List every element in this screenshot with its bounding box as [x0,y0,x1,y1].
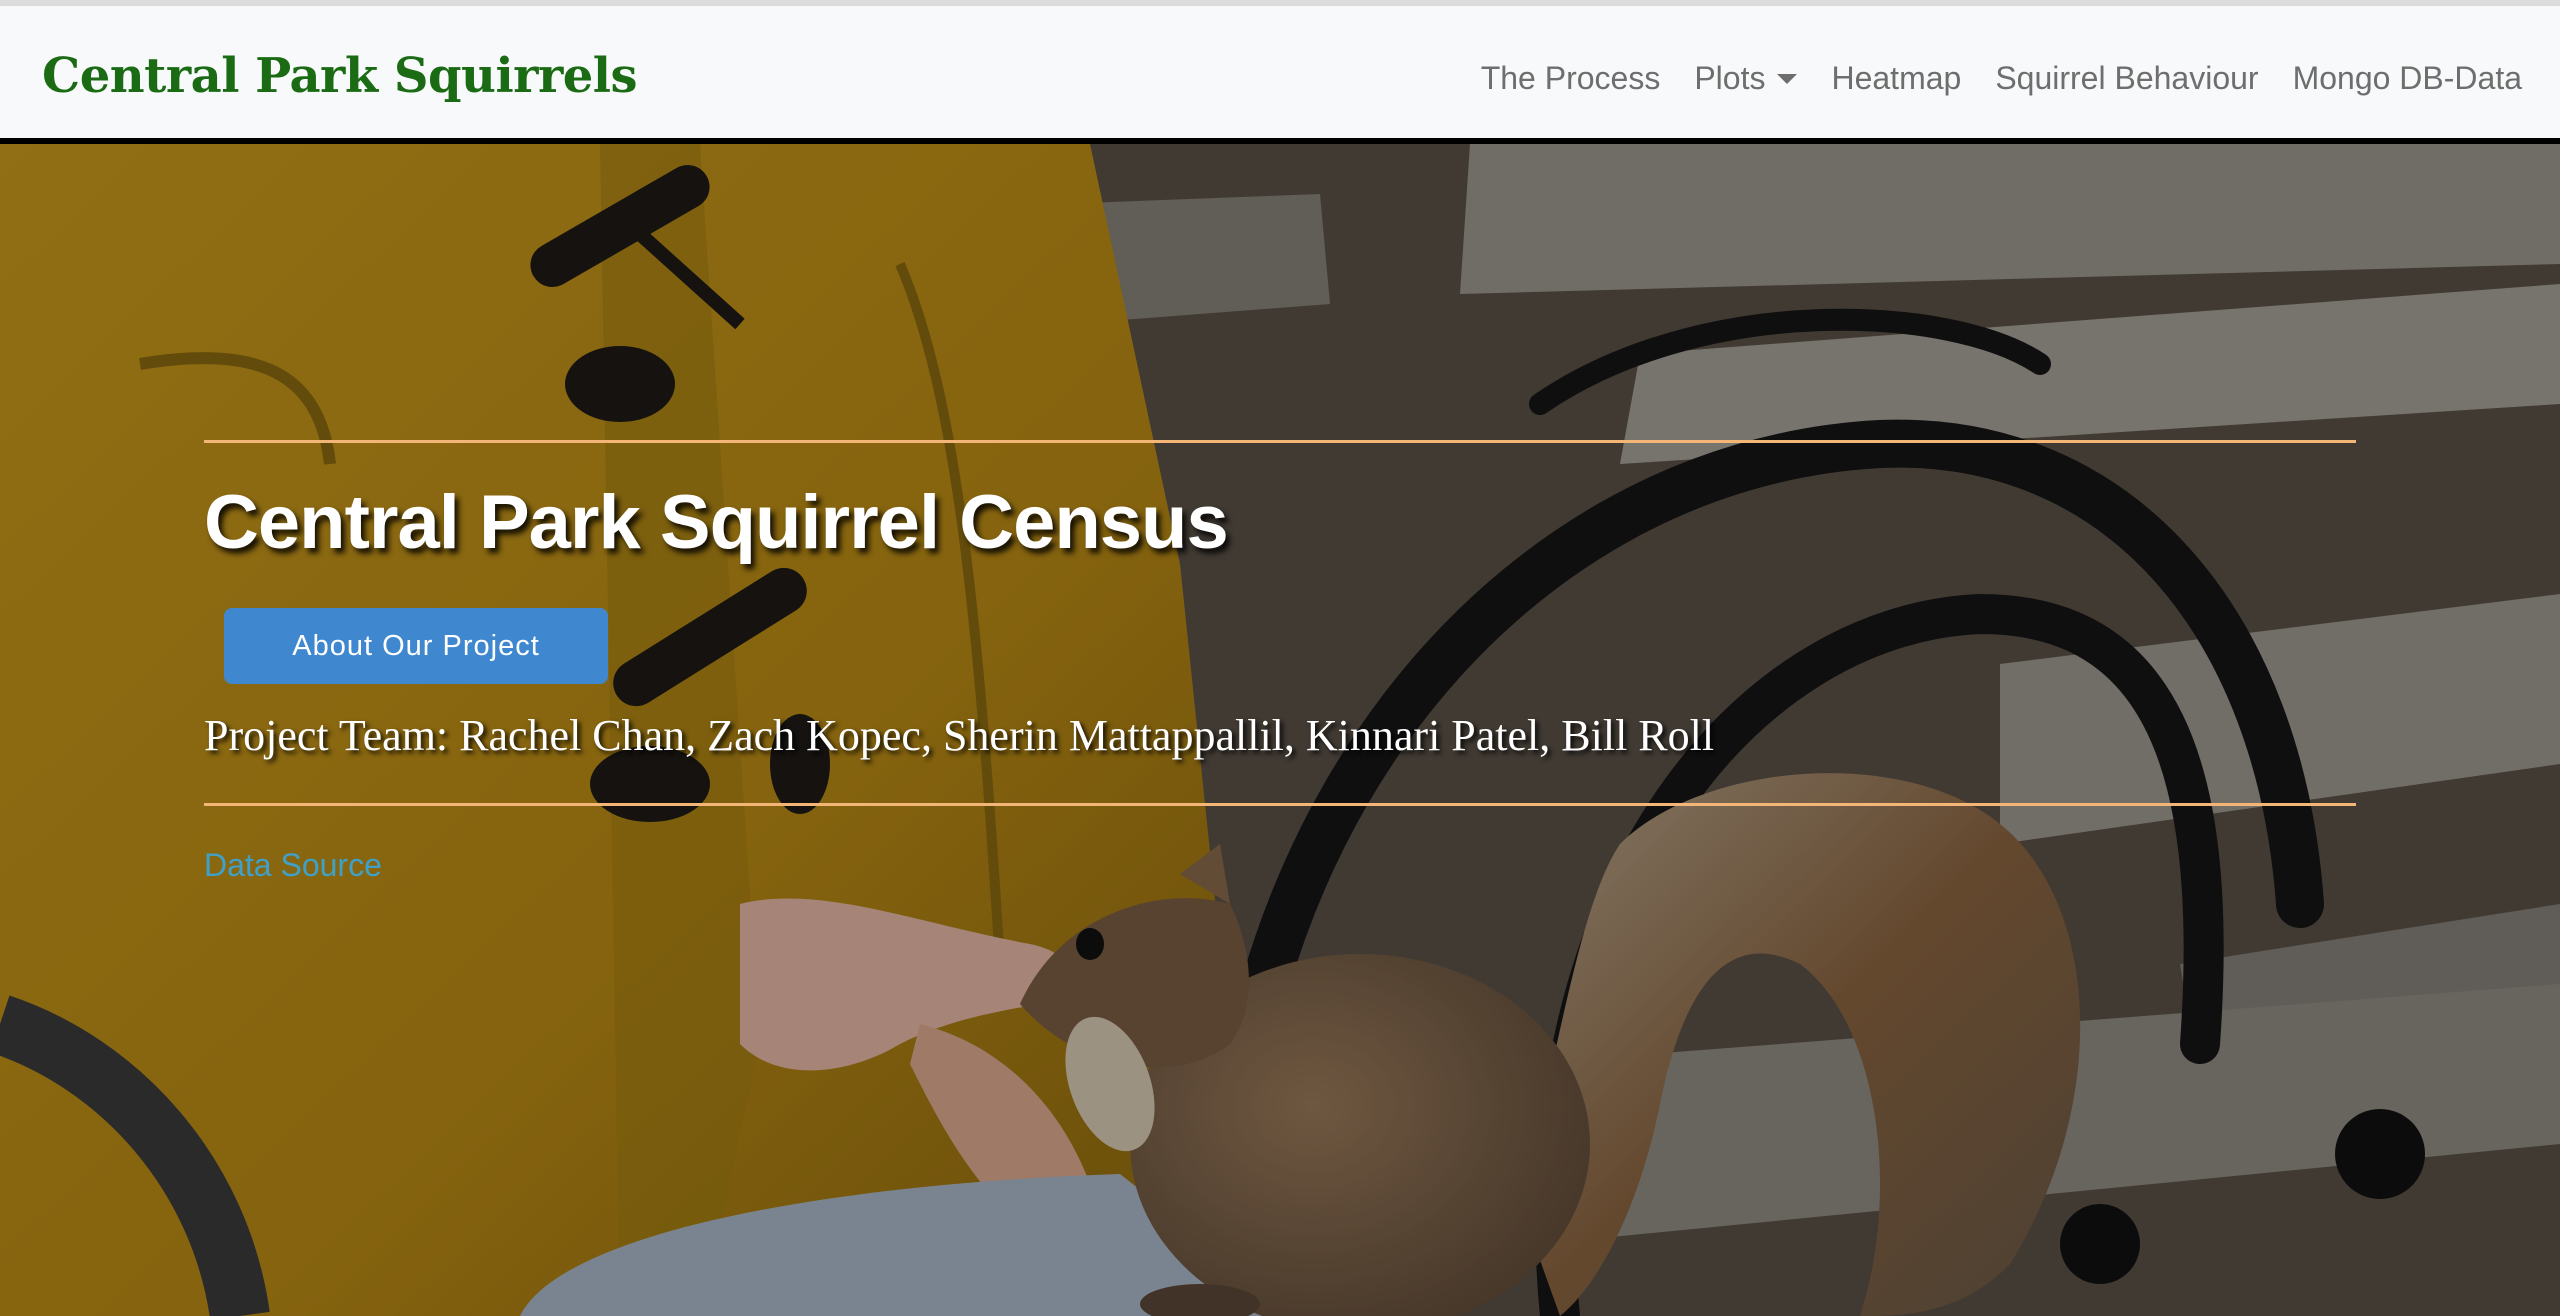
divider-top [204,440,2356,443]
about-our-project-button[interactable]: About Our Project [224,608,608,684]
page-title: Central Park Squirrel Census [204,480,1229,565]
nav-link-mongo-db-data[interactable]: Mongo DB-Data [2293,54,2522,102]
hero-jumbotron: Central Park Squirrel Census About Our P… [0,144,2560,1316]
hero-content: Central Park Squirrel Census About Our P… [204,144,2356,1316]
nav-dropdown-plots-label: Plots [1694,60,1766,96]
divider-bottom [204,803,2356,806]
chevron-down-icon [1777,74,1798,84]
brand-logo-link[interactable]: Central Park Squirrels [42,46,638,106]
nav-link-squirrel-behaviour[interactable]: Squirrel Behaviour [1995,54,2258,102]
top-navbar: Central Park Squirrels The Process Plots… [0,0,2560,144]
nav-link-heatmap[interactable]: Heatmap [1831,54,1961,102]
data-source-link[interactable]: Data Source [204,843,382,887]
nav-link-the-process[interactable]: The Process [1481,54,1661,102]
nav-dropdown-plots[interactable]: Plots [1694,54,1798,102]
project-team-text: Project Team: Rachel Chan, Zach Kopec, S… [204,711,1715,760]
nav-links: The Process Plots Heatmap Squirrel Behav… [1481,54,2522,102]
